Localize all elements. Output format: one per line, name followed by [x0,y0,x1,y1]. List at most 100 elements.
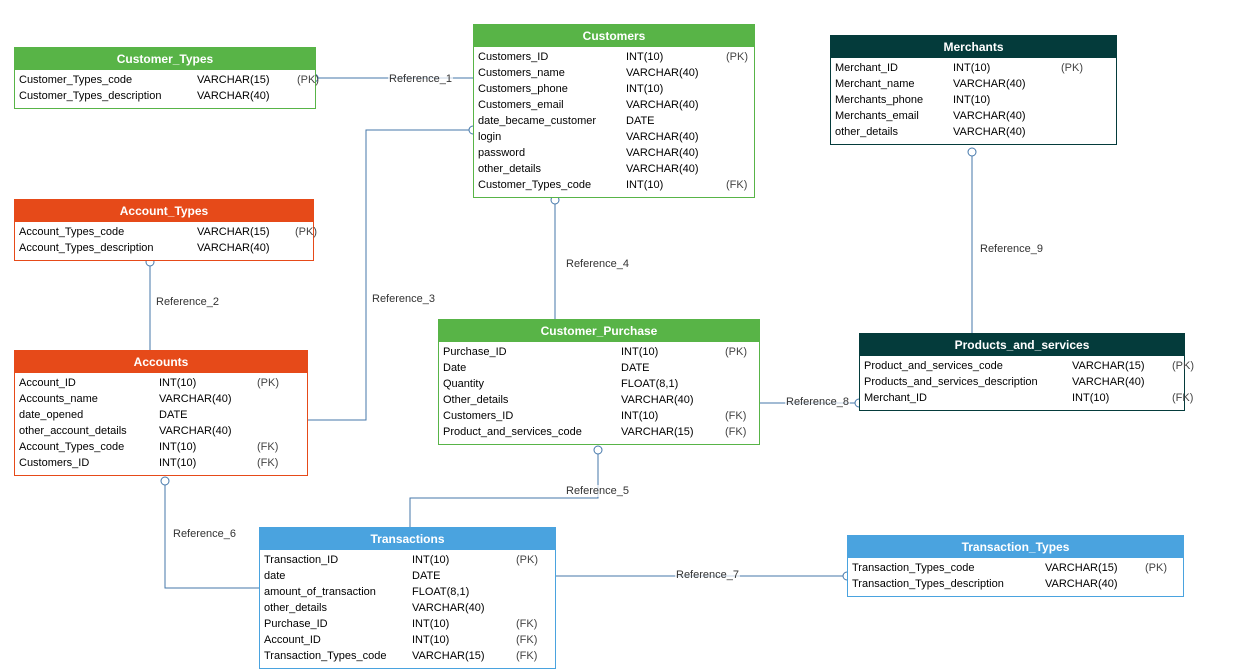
table-customer_types: Customer_TypesCustomer_Types_codeVARCHAR… [14,47,316,109]
col-key [508,568,516,584]
table-row: Customers_IDINT(10)(FK) [19,455,303,471]
table-body: Transaction_Types_codeVARCHAR(15)(PK)Tra… [848,558,1183,596]
col-key: (PK) [718,49,748,65]
col-key: (FK) [1164,390,1193,406]
col-type: DATE [151,407,249,423]
col-name: other_details [478,161,618,177]
col-name: Purchase_ID [264,616,404,632]
col-type: INT(10) [613,344,717,360]
col-key [249,423,257,439]
col-name: Customers_email [478,97,618,113]
col-type: FLOAT(8,1) [613,376,717,392]
table-body: Customers_IDINT(10)(PK)Customers_nameVAR… [474,47,754,197]
col-name: Merchant_ID [864,390,1064,406]
col-key [717,360,725,376]
col-key: (PK) [249,375,279,391]
col-name: Account_Types_code [19,439,151,455]
table-row: Merchant_IDINT(10)(PK) [835,60,1112,76]
col-key: (FK) [718,177,747,193]
table-title: Products_and_services [860,334,1184,356]
table-row: Product_and_services_codeVARCHAR(15)(FK) [443,424,755,440]
col-type: INT(10) [618,177,718,193]
col-name: Other_details [443,392,613,408]
col-type: INT(10) [404,632,508,648]
reference-label: Reference_4 [565,258,630,270]
col-key: (PK) [717,344,747,360]
col-key [718,145,726,161]
col-name: date [264,568,404,584]
table-row: Customers_IDINT(10)(PK) [478,49,750,65]
table-row: Product_and_services_codeVARCHAR(15)(PK) [864,358,1180,374]
col-key [287,240,295,256]
table-account_types: Account_TypesAccount_Types_codeVARCHAR(1… [14,199,314,261]
col-key: (PK) [287,224,317,240]
table-row: dateDATE [264,568,551,584]
col-name: Transaction_ID [264,552,404,568]
col-name: Products_and_services_description [864,374,1064,390]
col-key [249,391,257,407]
col-name: Customers_phone [478,81,618,97]
table-accounts: AccountsAccount_IDINT(10)(PK)Accounts_na… [14,350,308,476]
col-key: (FK) [508,648,537,664]
col-type: VARCHAR(40) [945,108,1053,124]
col-type: VARCHAR(15) [189,72,289,88]
col-type: VARCHAR(15) [404,648,508,664]
table-row: Products_and_services_descriptionVARCHAR… [864,374,1180,390]
col-name: Transaction_Types_description [852,576,1037,592]
col-type: VARCHAR(40) [151,423,249,439]
col-key: (FK) [249,455,278,471]
col-key: (PK) [289,72,319,88]
table-row: Customer_Types_descriptionVARCHAR(40) [19,88,311,104]
col-name: amount_of_transaction [264,584,404,600]
table-title: Merchants [831,36,1116,58]
col-type: VARCHAR(40) [618,97,718,113]
col-name: Customers_name [478,65,618,81]
col-key [718,161,726,177]
col-name: date_opened [19,407,151,423]
table-body: Account_Types_codeVARCHAR(15)(PK)Account… [15,222,313,260]
table-row: loginVARCHAR(40) [478,129,750,145]
table-body: Customer_Types_codeVARCHAR(15)(PK)Custom… [15,70,315,108]
col-type: VARCHAR(40) [1037,576,1137,592]
col-key: (PK) [1164,358,1194,374]
col-type: VARCHAR(40) [618,145,718,161]
reference-label: Reference_2 [155,296,220,308]
table-row: Merchants_phoneINT(10) [835,92,1112,108]
reference-label: Reference_5 [565,485,630,497]
table-title: Transactions [260,528,555,550]
table-row: Account_Types_codeINT(10)(FK) [19,439,303,455]
reference-label: Reference_1 [388,73,453,85]
col-type: VARCHAR(15) [1037,560,1137,576]
table-body: Purchase_IDINT(10)(PK)DateDATEQuantityFL… [439,342,759,444]
col-type: INT(10) [618,81,718,97]
col-name: Transaction_Types_code [264,648,404,664]
col-key [718,129,726,145]
table-customers: CustomersCustomers_IDINT(10)(PK)Customer… [473,24,755,198]
table-title: Transaction_Types [848,536,1183,558]
table-row: passwordVARCHAR(40) [478,145,750,161]
table-row: Customers_emailVARCHAR(40) [478,97,750,113]
col-type: VARCHAR(40) [945,124,1053,140]
table-title: Customer_Types [15,48,315,70]
table-row: Purchase_IDINT(10)(PK) [443,344,755,360]
col-name: Customers_ID [19,455,151,471]
col-name: Merchants_email [835,108,945,124]
col-name: Product_and_services_code [443,424,613,440]
table-row: Transaction_Types_codeVARCHAR(15)(FK) [264,648,551,664]
col-name: Merchants_phone [835,92,945,108]
col-type: VARCHAR(40) [618,129,718,145]
col-type: VARCHAR(40) [945,76,1053,92]
table-transaction_types: Transaction_TypesTransaction_Types_codeV… [847,535,1184,597]
col-name: Accounts_name [19,391,151,407]
col-name: other_details [835,124,945,140]
table-body: Transaction_IDINT(10)(PK)dateDATEamount_… [260,550,555,668]
col-type: VARCHAR(40) [618,65,718,81]
col-name: Customer_Types_code [478,177,618,193]
col-name: Quantity [443,376,613,392]
table-title: Customer_Purchase [439,320,759,342]
col-key [1164,374,1172,390]
table-body: Account_IDINT(10)(PK)Accounts_nameVARCHA… [15,373,307,475]
col-type: VARCHAR(40) [151,391,249,407]
col-key [718,113,726,129]
col-type: INT(10) [404,616,508,632]
